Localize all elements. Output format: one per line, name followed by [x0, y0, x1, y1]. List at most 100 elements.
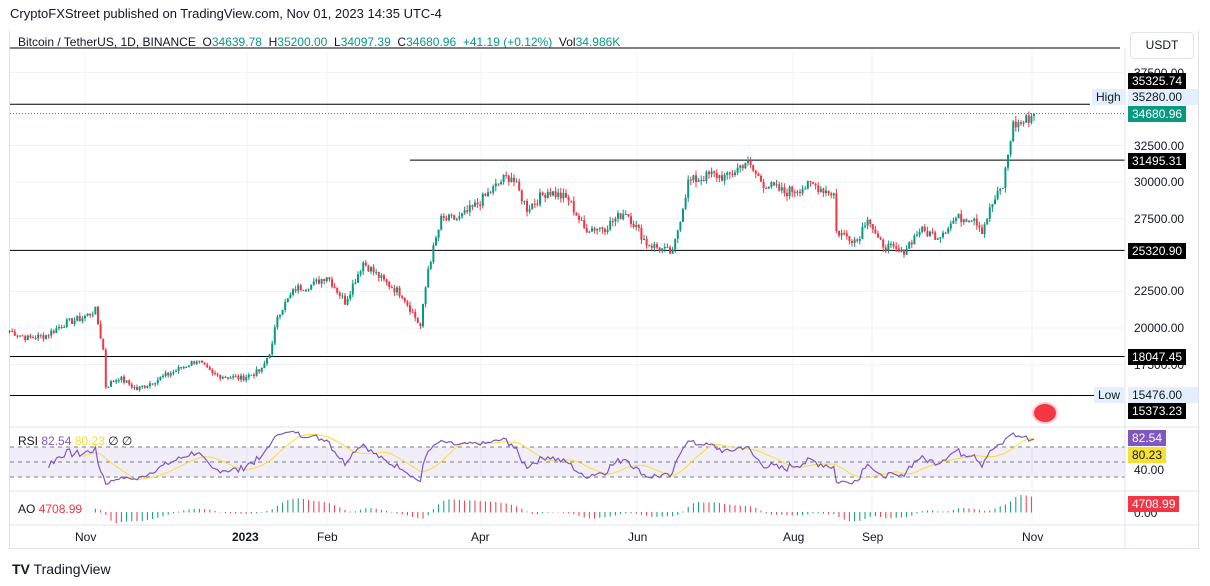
candle-body — [1030, 115, 1033, 123]
candle-body — [952, 220, 955, 224]
candle-body — [518, 181, 521, 191]
candle-body — [692, 175, 695, 181]
candle-body — [658, 247, 661, 251]
candle-body — [336, 287, 339, 293]
candle-body — [305, 289, 307, 291]
candle-body — [557, 192, 560, 197]
tv-logo-icon: TV — [12, 561, 30, 577]
candle-body — [572, 200, 575, 213]
candle-body — [669, 247, 671, 254]
candle-body — [905, 248, 908, 255]
candle-body — [991, 204, 994, 208]
candle-body — [775, 184, 778, 186]
candle-body — [224, 377, 227, 379]
candle-body — [949, 223, 952, 229]
candle-body — [926, 230, 929, 237]
candle-body — [936, 238, 939, 240]
candle-body — [593, 228, 596, 231]
candle-body — [437, 229, 440, 238]
candle-body — [403, 297, 406, 302]
candle-body — [502, 174, 505, 183]
candle-body — [320, 278, 323, 284]
candle-body — [481, 193, 484, 206]
candle-body — [453, 215, 456, 220]
candle-body — [214, 373, 216, 375]
candle-body — [968, 221, 970, 223]
candle-body — [294, 289, 297, 291]
candle-body — [988, 207, 991, 219]
candle-body — [552, 191, 554, 196]
candle-body — [19, 335, 21, 337]
candle-body — [203, 362, 206, 365]
candle-body — [99, 324, 102, 339]
candle-body — [164, 372, 167, 376]
candle-body — [583, 219, 586, 229]
candle-body — [814, 183, 817, 186]
candle-body — [887, 243, 890, 251]
candle-body — [219, 375, 222, 379]
candle-body — [832, 193, 835, 196]
candle-body — [689, 179, 692, 181]
candle-body — [778, 184, 781, 191]
candle-body — [645, 238, 648, 246]
tradingview-logo[interactable]: TV TradingView — [12, 561, 111, 577]
candle-body — [39, 334, 42, 336]
candle-body — [819, 188, 822, 192]
candle-body — [125, 380, 128, 383]
candle-body — [656, 244, 658, 248]
candle-body — [970, 220, 973, 222]
candle-body — [117, 380, 120, 382]
candle-body — [47, 335, 50, 337]
candle-body — [544, 194, 547, 198]
candle-body — [71, 318, 73, 324]
candle-body — [799, 191, 801, 194]
candle-body — [234, 376, 237, 378]
candle-body — [497, 183, 500, 185]
candle-body — [884, 247, 887, 251]
candle-body — [396, 287, 398, 293]
candle-body — [596, 228, 599, 231]
candle-body — [687, 179, 690, 198]
candle-body — [640, 227, 643, 240]
currency-button[interactable]: USDT — [1130, 32, 1194, 59]
candle-body — [344, 295, 346, 305]
candle-body — [728, 172, 731, 175]
candle-body — [874, 229, 877, 234]
candle-body — [858, 238, 861, 241]
candle-body — [63, 326, 66, 328]
candle-body — [151, 383, 154, 385]
candle-body — [390, 286, 393, 289]
candle-body — [180, 367, 183, 369]
candle-body — [138, 386, 141, 390]
candle-body — [162, 375, 164, 377]
candle-body — [848, 236, 851, 242]
candle-body — [307, 289, 310, 291]
candle-body — [29, 335, 32, 338]
candle-body — [801, 189, 804, 194]
candle-body — [393, 288, 396, 293]
candle-body — [474, 202, 476, 207]
candle-body — [598, 227, 601, 229]
candle-body — [1007, 154, 1009, 168]
candle-body — [97, 306, 99, 325]
candle-body — [76, 316, 79, 321]
candle-body — [663, 246, 666, 249]
candle-body — [864, 225, 866, 227]
candle-body — [159, 376, 162, 380]
candle-body — [169, 373, 172, 376]
candle-body — [232, 376, 235, 378]
candle-body — [375, 272, 378, 274]
candle-body — [1022, 122, 1025, 124]
candle-body — [102, 338, 105, 350]
candle-body — [42, 335, 45, 339]
candle-body — [286, 298, 289, 302]
candle-body — [281, 310, 284, 315]
candle-body — [981, 227, 983, 235]
price-chart[interactable] — [0, 0, 1210, 586]
candle-body — [877, 233, 879, 238]
candle-body — [292, 289, 294, 295]
us-flag-event-icon[interactable] — [1032, 402, 1058, 424]
candle-body — [715, 172, 718, 179]
candle-body — [466, 210, 469, 212]
candle-body — [955, 218, 957, 221]
